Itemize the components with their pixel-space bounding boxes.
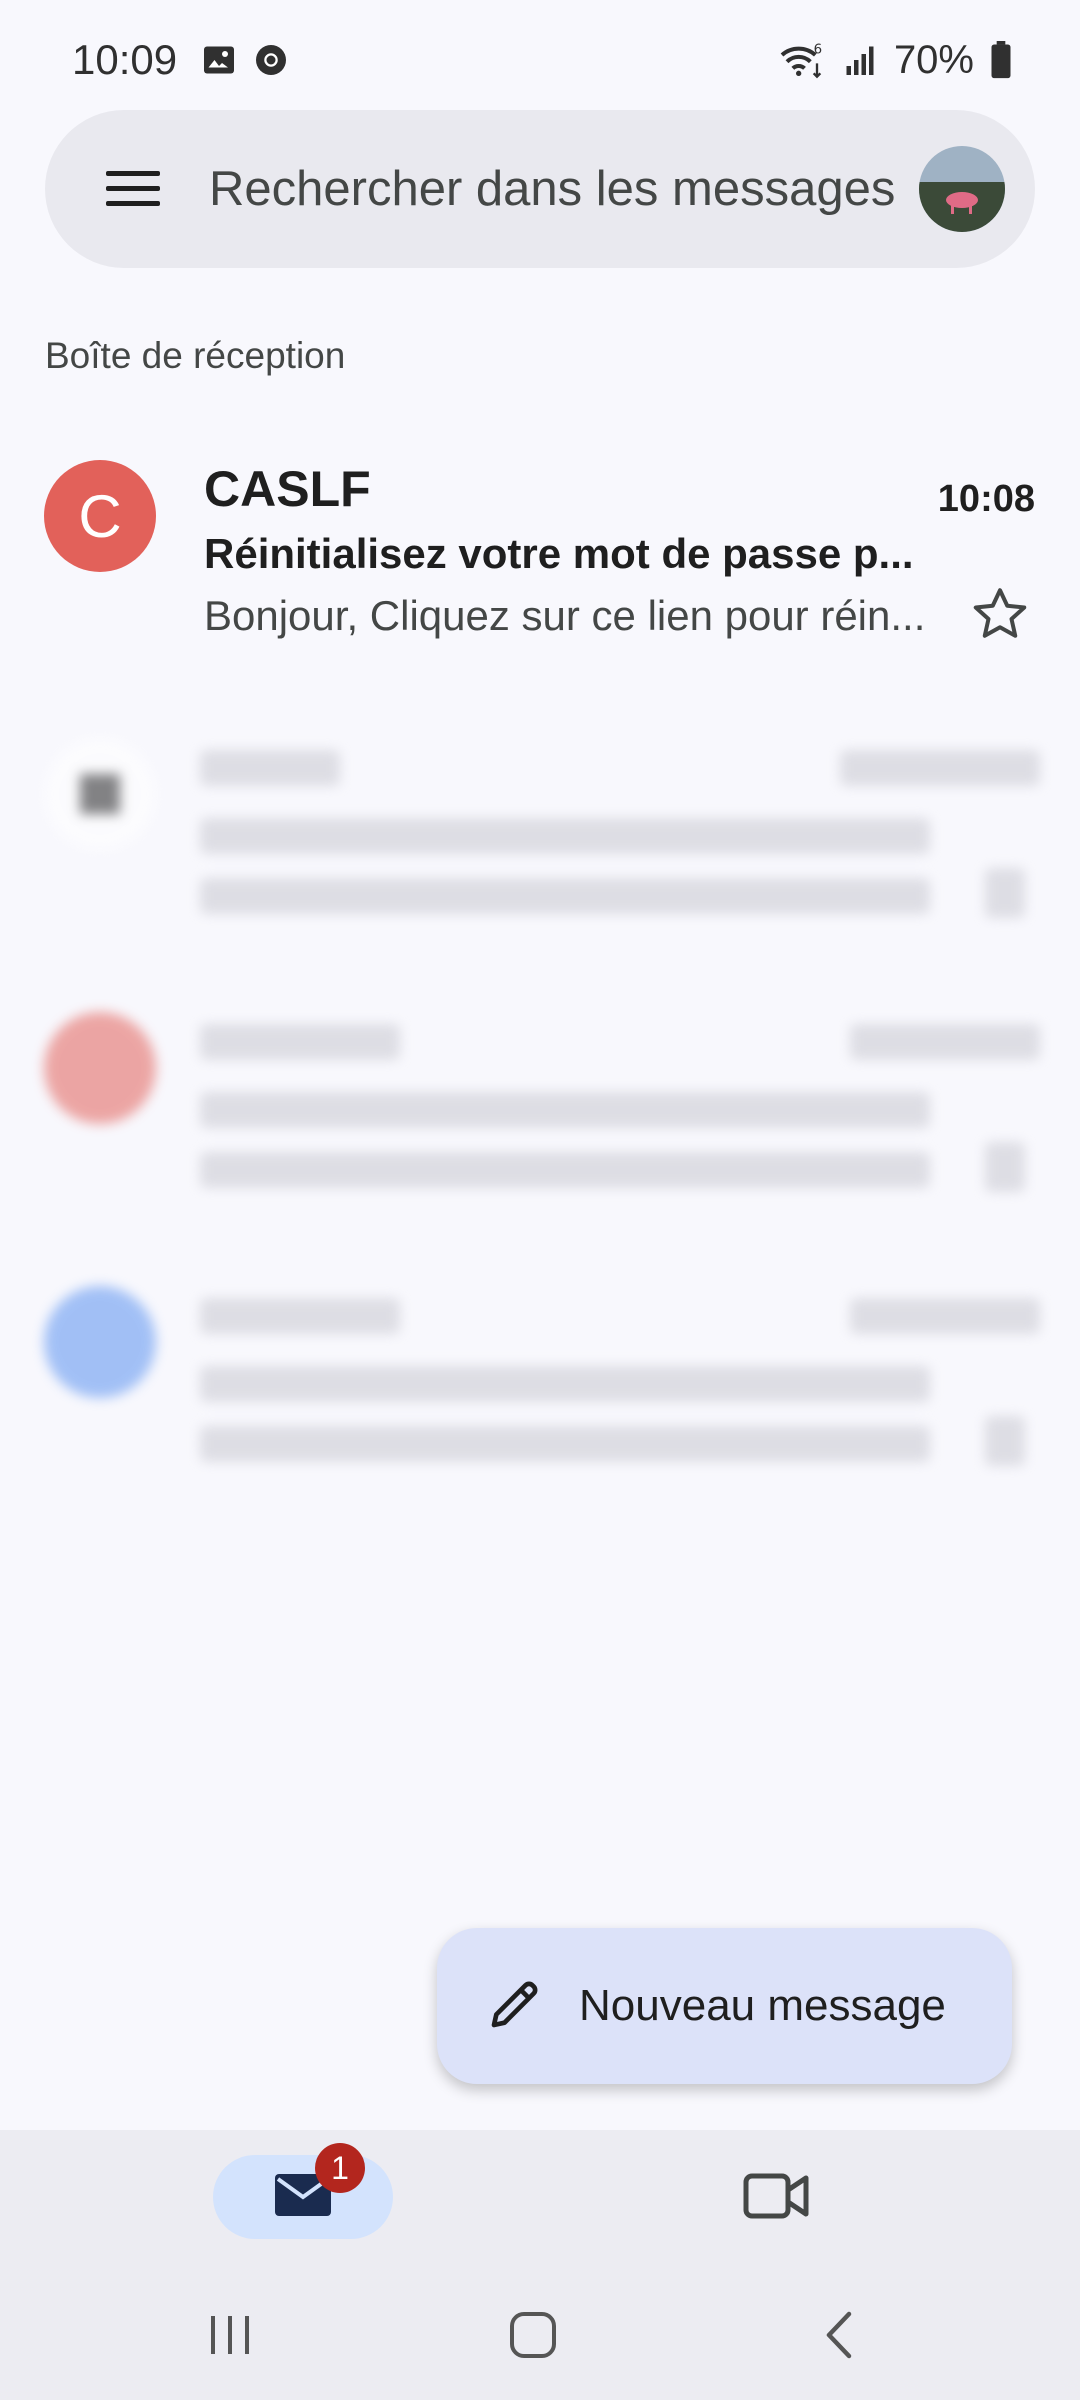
battery-icon — [990, 41, 1012, 79]
svg-text:6: 6 — [814, 42, 822, 57]
menu-icon[interactable] — [97, 153, 169, 225]
sender-avatar — [44, 738, 156, 850]
account-avatar[interactable] — [919, 146, 1005, 232]
search-input[interactable]: Rechercher dans les messages — [209, 161, 919, 217]
chrome-icon — [253, 42, 289, 78]
avatar-letter: C — [78, 482, 122, 550]
nav-mail-tab[interactable]: 1 — [213, 2143, 393, 2239]
sender-avatar — [44, 1012, 156, 1124]
compose-button[interactable]: Nouveau message — [437, 1928, 1012, 2084]
search-bar[interactable]: Rechercher dans les messages — [45, 110, 1035, 268]
unread-badge: 1 — [315, 2143, 365, 2193]
blurred-subject — [200, 1092, 930, 1128]
blurred-snippet — [200, 1152, 930, 1188]
blurred-snippet — [200, 878, 930, 914]
star-icon[interactable] — [970, 584, 1030, 644]
status-right: 6 70% — [778, 38, 1012, 83]
back-icon[interactable] — [815, 2310, 865, 2365]
video-camera-icon[interactable] — [742, 2166, 812, 2226]
recent-apps-icon[interactable] — [205, 2310, 255, 2365]
wifi-6-icon: 6 — [778, 40, 826, 80]
avatar-mark — [80, 774, 120, 814]
blurred-star — [985, 1416, 1025, 1466]
blurred-time — [850, 1298, 1040, 1334]
blurred-snippet — [200, 1426, 930, 1462]
status-time: 10:09 — [72, 36, 178, 83]
email-row-blurred[interactable] — [0, 738, 1080, 968]
email-row-blurred[interactable] — [0, 1286, 1080, 1516]
blurred-time — [850, 1024, 1040, 1060]
blurred-sender — [200, 1024, 400, 1060]
email-time: 10:08 — [937, 478, 1035, 520]
blurred-sender — [200, 1298, 400, 1334]
home-icon[interactable] — [508, 2310, 558, 2365]
email-row[interactable]: C CASLF 10:08 Réinitialisez votre mot de… — [0, 460, 1080, 690]
compose-label: Nouveau message — [579, 1981, 946, 2030]
blurred-subject — [200, 818, 930, 854]
blurred-star — [985, 868, 1025, 918]
email-snippet: Bonjour, Cliquez sur ce lien pour réin..… — [204, 592, 926, 639]
pencil-icon — [487, 1976, 543, 2037]
email-subject: Réinitialisez votre mot de passe p... — [204, 530, 914, 577]
gmail-inbox-screen: 10:09 6 70% Rechercher dans les messages… — [0, 0, 1080, 2400]
email-sender: CASLF — [204, 461, 371, 517]
blurred-star — [985, 1142, 1025, 1192]
email-row-blurred[interactable] — [0, 1012, 1080, 1242]
sender-avatar: C — [44, 460, 156, 572]
bottom-nav: 1 — [0, 2130, 1080, 2270]
battery-percent: 70% — [893, 37, 974, 82]
sender-avatar — [44, 1286, 156, 1398]
blurred-subject — [200, 1366, 930, 1402]
inbox-label: Boîte de réception — [45, 335, 346, 376]
signal-icon — [842, 42, 878, 78]
gallery-icon — [201, 42, 237, 78]
status-bar: 10:09 6 70% — [0, 0, 1080, 120]
blurred-sender — [200, 750, 340, 786]
blurred-time — [840, 750, 1040, 786]
status-left: 10:09 — [72, 36, 289, 84]
system-nav-bar — [0, 2270, 1080, 2400]
